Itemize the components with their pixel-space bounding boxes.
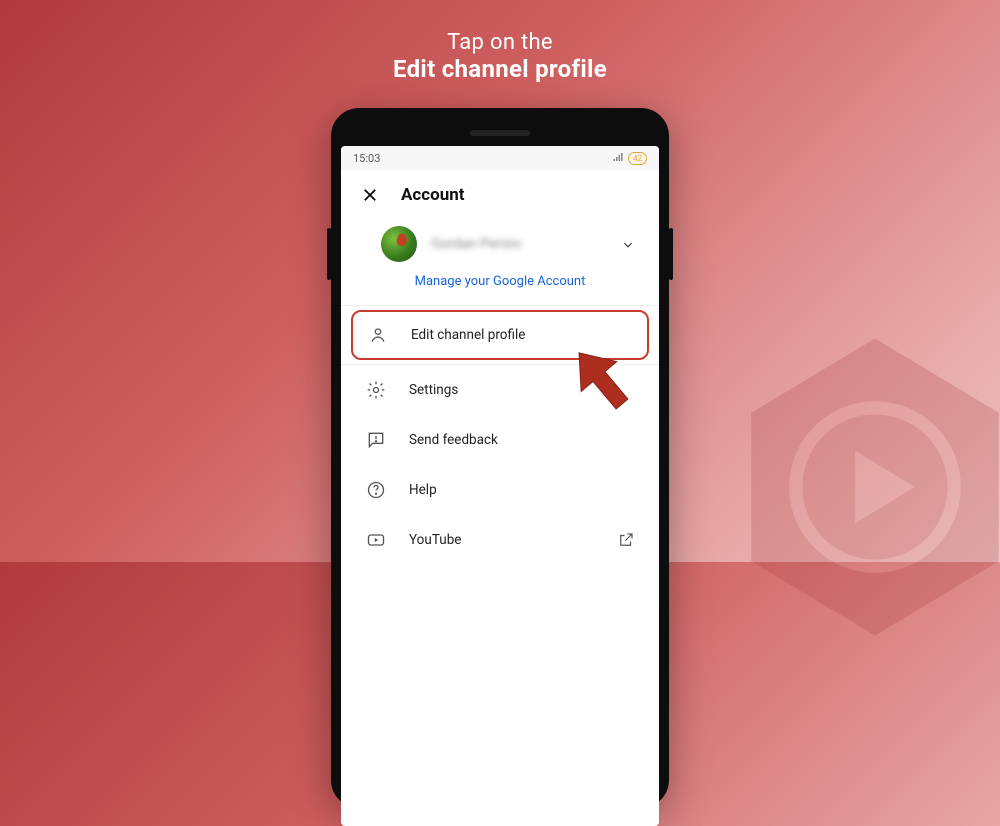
menu-item-send-feedback[interactable]: Send feedback: [341, 415, 659, 465]
menu-item-help[interactable]: Help: [341, 465, 659, 515]
user-name: Gordan Perisic: [431, 236, 607, 252]
divider: [341, 305, 659, 306]
youtube-icon: [365, 529, 387, 551]
menu-item-label: Help: [409, 482, 635, 498]
account-user-row[interactable]: Gordan Perisic: [341, 220, 659, 264]
signal-icon: [612, 151, 624, 166]
menu-item-label: YouTube: [409, 532, 595, 548]
feedback-icon: [365, 429, 387, 451]
hex-play-logo-icon: [710, 322, 1000, 652]
manage-account-link[interactable]: Manage your Google Account: [341, 264, 659, 305]
phone-screen: 15:03 42 Account Gordan Perisic Manage y…: [341, 146, 659, 826]
person-icon: [367, 324, 389, 346]
account-header: Account: [341, 170, 659, 220]
help-icon: [365, 479, 387, 501]
menu-item-youtube[interactable]: YouTube: [341, 515, 659, 565]
gear-icon: [365, 379, 387, 401]
instruction-line2: Edit channel profile: [0, 55, 1000, 83]
page-title: Account: [401, 185, 465, 205]
chevron-down-icon: [621, 237, 635, 251]
avatar: [381, 226, 417, 262]
external-link-icon: [617, 531, 635, 549]
battery-icon: 42: [628, 152, 647, 165]
close-icon[interactable]: [361, 186, 379, 204]
menu-item-label: Send feedback: [409, 432, 635, 448]
status-bar: 15:03 42: [341, 146, 659, 170]
instruction-text: Tap on the Edit channel profile: [0, 30, 1000, 83]
phone-frame: 15:03 42 Account Gordan Perisic Manage y…: [331, 108, 669, 808]
instruction-line1: Tap on the: [0, 30, 1000, 55]
status-time: 15:03: [353, 152, 380, 165]
